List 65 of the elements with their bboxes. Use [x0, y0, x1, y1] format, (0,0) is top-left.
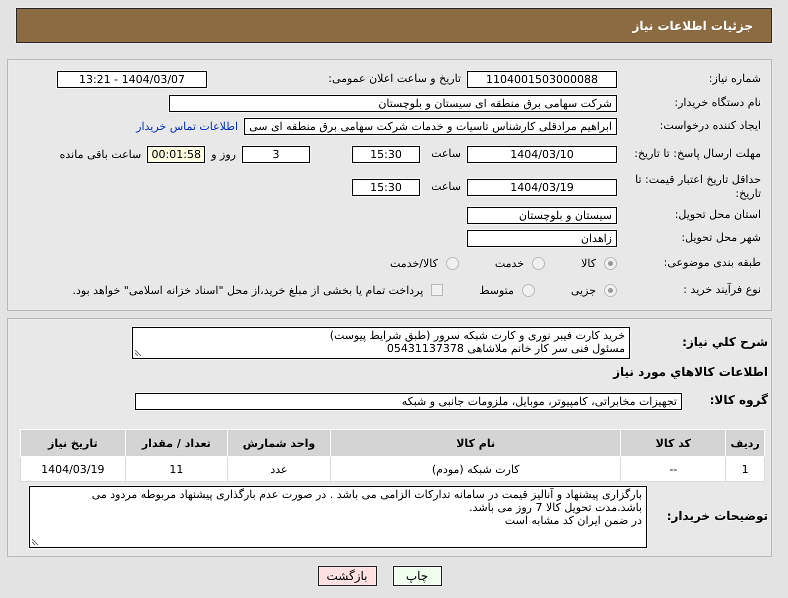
- option-label: خدمت: [494, 256, 524, 270]
- option-label: کالا/خدمت: [390, 256, 438, 270]
- field-label: استان محل تحویل:: [674, 208, 761, 222]
- table-cell: عدد: [228, 456, 330, 482]
- table-cell: 1: [726, 456, 764, 482]
- buyer-org-field: شرکت سهامی برق منطقه ای سیستان و بلوچستان: [169, 94, 617, 112]
- section-heading: اطلاعات كالاهاي مورد نياز: [612, 365, 768, 381]
- treasury-label: پرداخت تمام یا بخشی از مبلغ خرید،از محل "اسناد خزانه اسلامی" خواهد بود.: [72, 284, 424, 296]
- field-label: شماره نیاز:: [708, 72, 761, 86]
- field-label: نوع فرآیند خرید :: [682, 282, 761, 298]
- table-cell: 1404/03/19: [20, 456, 126, 482]
- back-button[interactable]: بازگشت: [318, 566, 376, 586]
- column-header: کد کالا: [620, 430, 726, 456]
- table-cell: کارت شبکه (مودم): [330, 456, 621, 482]
- field-label: ساعت: [430, 146, 461, 162]
- field-label: شهر محل تحویل:: [680, 230, 761, 246]
- notes-text: در ضمن ایران کد مشابه است: [504, 514, 642, 528]
- resize-grip-icon[interactable]: [135, 349, 142, 356]
- goods-group-field: تجهیزات مخابراتی، کامپیوتر، موبایل، ملزومات جانبی و شبکه: [135, 392, 682, 410]
- field-label: حداقل تاریخ اعتبار قیمت: تا تاریخ:: [634, 172, 761, 202]
- time-field: 15:30: [352, 178, 420, 196]
- days-label: روز و: [211, 148, 236, 160]
- date-field: 1404/03/19: [467, 178, 617, 196]
- field-label: توضیحات خریدار:: [666, 509, 768, 525]
- announce-date-field: 1404/03/07 - 13:21: [57, 70, 207, 88]
- table-cell: --: [620, 456, 726, 482]
- column-header: تاریخ نیاز: [20, 430, 126, 456]
- column-header: نام کالا: [330, 430, 621, 456]
- radio-button[interactable]: [604, 284, 617, 296]
- remaining-label: ساعت باقی مانده: [60, 148, 142, 160]
- radio-button[interactable]: [532, 256, 546, 270]
- description-text: مسئول فنی سر کار خانم ملاشاهی 05431137378: [386, 342, 625, 356]
- field-label: تاریخ و ساعت اعلان عمومی:: [327, 72, 461, 86]
- print-button[interactable]: چاپ: [392, 566, 442, 586]
- field-label: گروه کالا:: [708, 393, 768, 409]
- city-field: زاهدان: [467, 230, 617, 246]
- option-label: جزیی: [570, 284, 596, 296]
- resize-grip-icon[interactable]: [32, 538, 39, 545]
- field-label: ایجاد کننده درخواست:: [658, 118, 761, 134]
- province-field: سیستان و بلوچستان: [467, 206, 617, 224]
- field-label: نام دستگاه خریدار:: [673, 96, 761, 110]
- field-label: ساعت: [430, 180, 461, 194]
- column-header: ردیف: [726, 430, 764, 456]
- creator-field: ابراهیم مرادقلی کارشناس تاسیات و خدمات شرکت سهامی برق منطقه ای سی: [244, 118, 617, 134]
- notes-text: بارگزاری پیشنهاد و آنالیز قیمت در سامانه تدارکات الزامی می باشد . در صورت عدم بارگذاری پیشنهاد مربوطه مردود می باشد.مدت تحویل کالا 7 روز می باشد.: [90, 488, 642, 514]
- remaining-time-field: 00:01:58: [147, 146, 206, 162]
- radio-button[interactable]: [522, 284, 535, 296]
- field-label: طبقه بندی موضوعی:: [662, 256, 761, 270]
- checkbox[interactable]: [431, 284, 444, 296]
- buyer-contact-link[interactable]: اطلاعات تماس خریدار: [136, 120, 238, 132]
- option-label: کالا: [581, 256, 596, 270]
- date-field: 1404/03/10: [467, 146, 617, 162]
- option-label: متوسط: [479, 284, 514, 296]
- field-label: شرح کلي نياز:: [681, 335, 768, 351]
- days-field: 3: [242, 146, 310, 162]
- radio-button[interactable]: [446, 256, 459, 270]
- description-text: خرید کارت فیبر نوری و کارت شبکه سرور (طبق شرایط پیوست): [328, 329, 625, 342]
- column-header: تعداد / مقدار: [125, 430, 228, 456]
- table-cell: 11: [125, 456, 228, 482]
- time-field: 15:30: [352, 146, 420, 162]
- field-label: مهلت ارسال پاسخ: تا تاریخ:: [633, 146, 761, 162]
- page-title: جزئیات اطلاعات نیاز: [632, 18, 753, 32]
- radio-button[interactable]: [604, 256, 617, 270]
- need-number-field: 1104001503000088: [467, 70, 617, 88]
- column-header: واحد شمارش: [228, 430, 330, 456]
